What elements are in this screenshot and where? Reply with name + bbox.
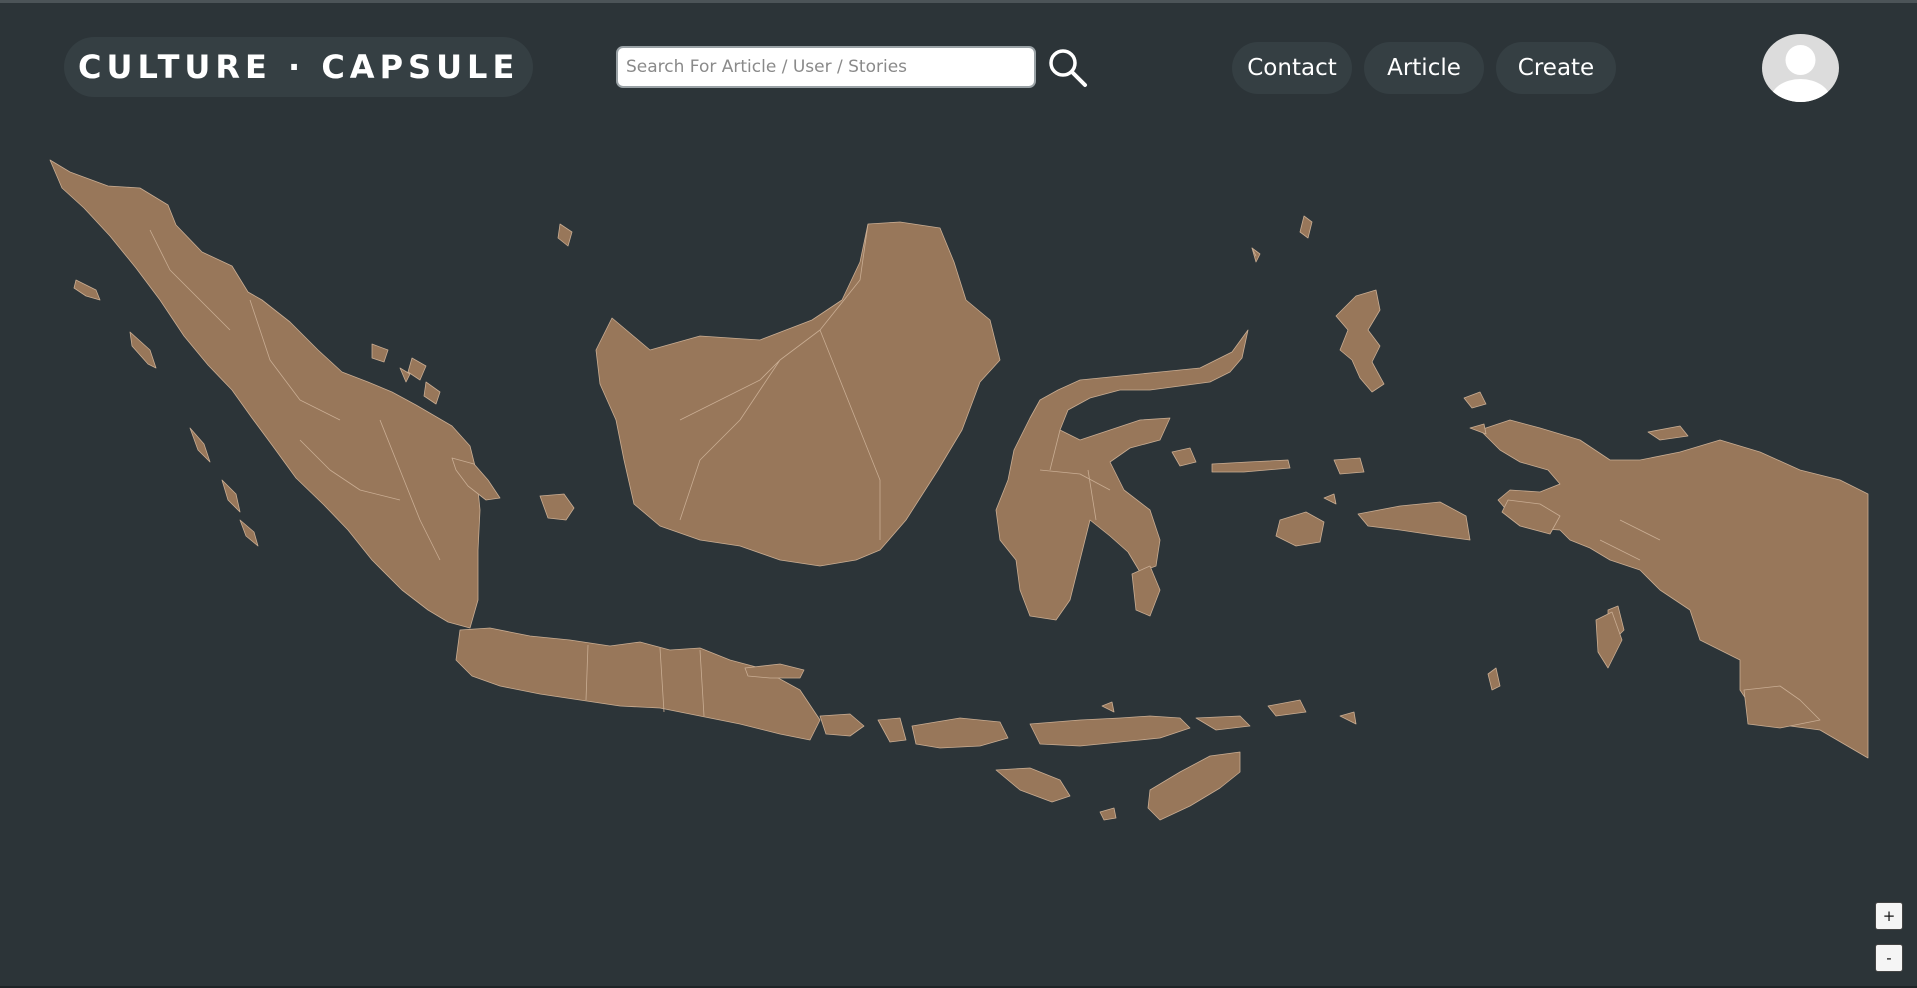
- buton-island: [1131, 565, 1161, 617]
- nav-article-button[interactable]: Article: [1364, 42, 1484, 94]
- header: CULTURE · CAPSULE Contact Article Create: [0, 0, 1917, 130]
- buru-island: [1275, 511, 1325, 547]
- map-land: [49, 159, 1869, 821]
- sulawesi-island: [995, 329, 1249, 621]
- biak-island: [1647, 425, 1689, 441]
- sangihe-islands: [1251, 215, 1313, 263]
- wetar-islands: [1267, 699, 1357, 725]
- sumatra-island: [49, 159, 481, 629]
- timor-island: [1147, 751, 1241, 821]
- banggai-islands: [1171, 447, 1197, 467]
- raja-ampat-islands: [1463, 391, 1487, 435]
- nav-article-label: Article: [1387, 55, 1461, 81]
- simeulue-island: [73, 279, 101, 301]
- nav-create-button[interactable]: Create: [1496, 42, 1616, 94]
- zoom-in-button[interactable]: +: [1875, 902, 1903, 930]
- search-input[interactable]: [616, 46, 1036, 88]
- bali-island: [819, 713, 865, 737]
- java-island: [455, 627, 821, 741]
- zoom-out-button[interactable]: -: [1875, 944, 1903, 972]
- zoom-in-label: +: [1882, 907, 1896, 925]
- indonesia-map[interactable]: [0, 130, 1917, 988]
- logo[interactable]: CULTURE · CAPSULE: [64, 37, 534, 97]
- flores-island: [1029, 715, 1191, 747]
- search-icon[interactable]: [1046, 46, 1090, 90]
- rote-island: [1099, 807, 1117, 821]
- alor-islands: [1195, 715, 1251, 731]
- sumba-island: [995, 767, 1071, 803]
- halmahera-island: [1335, 289, 1385, 393]
- zoom-out-label: -: [1886, 949, 1892, 967]
- papua-island: [1479, 419, 1869, 759]
- lombok-island: [877, 717, 907, 743]
- nias-island: [129, 331, 157, 369]
- obi-island: [1333, 457, 1365, 475]
- user-avatar-icon[interactable]: [1762, 34, 1839, 102]
- nav-contact-label: Contact: [1247, 55, 1337, 81]
- mentawai-islands: [189, 427, 259, 547]
- sula-islands: [1211, 459, 1291, 473]
- belitung-island: [539, 493, 575, 521]
- nav-create-label: Create: [1517, 55, 1595, 81]
- nav-contact-button[interactable]: Contact: [1232, 42, 1352, 94]
- kalimantan-island: [595, 221, 1001, 567]
- kei-islands: [1487, 667, 1501, 691]
- sumbawa-island: [911, 717, 1009, 749]
- logo-text: CULTURE · CAPSULE: [78, 48, 520, 86]
- seram-island: [1357, 501, 1471, 541]
